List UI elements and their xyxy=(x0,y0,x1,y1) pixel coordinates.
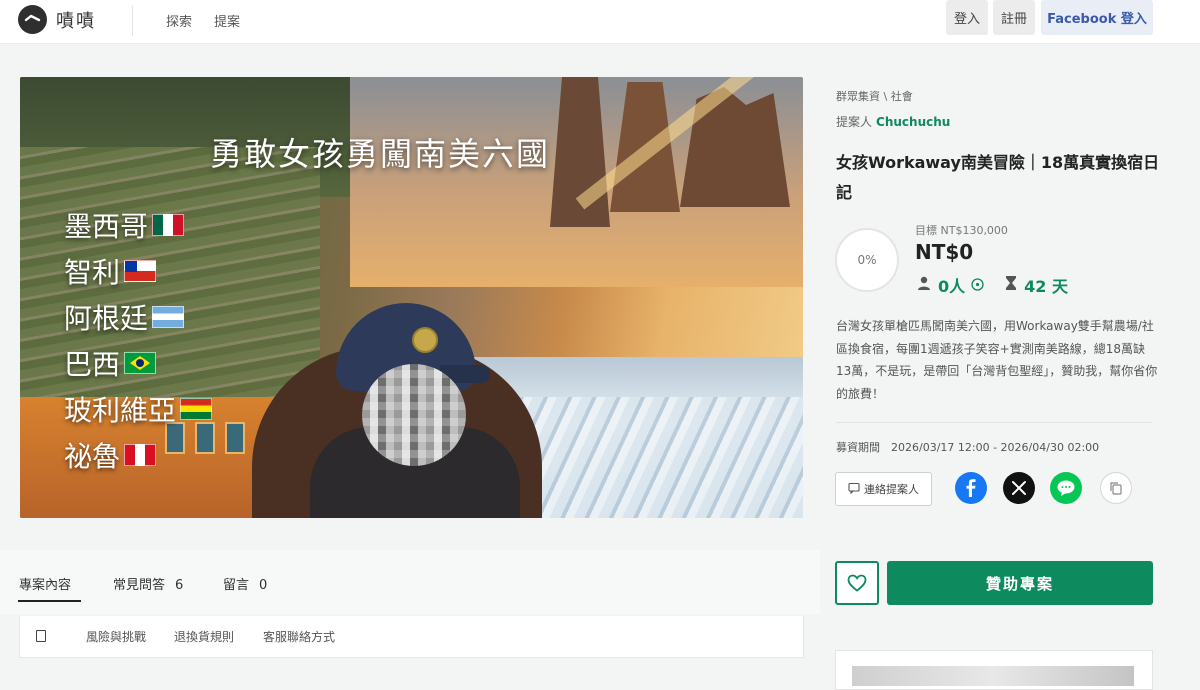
nav-divider xyxy=(132,6,133,36)
brazil-flag-icon xyxy=(124,352,157,374)
subnav-risks[interactable]: 風險與挑戰 xyxy=(86,628,146,645)
project-description: 台灣女孩單槍匹馬闖南美六國，用Workaway雙手幫農場/社區換食宿，每團1週遞… xyxy=(836,319,1158,401)
comments-count: 0 xyxy=(259,578,268,593)
country-label: 智利 xyxy=(64,251,157,291)
cover-title: 勇敢女孩勇闖南美六國 xyxy=(210,135,551,173)
subnav-customer-service[interactable]: 客服聯絡方式 xyxy=(263,628,335,645)
nav-propose-link[interactable]: 提案 xyxy=(214,11,240,30)
active-tab-underline xyxy=(18,600,81,602)
faq-count: 6 xyxy=(175,578,184,593)
peru-flag-icon xyxy=(124,444,157,466)
cap-logo-icon xyxy=(412,327,438,353)
register-button[interactable]: 註冊 xyxy=(993,0,1035,35)
progress-percent: 0% xyxy=(857,253,877,267)
favorite-button[interactable] xyxy=(835,561,879,605)
country-label: 祕魯 xyxy=(64,435,157,475)
facebook-share-icon[interactable] xyxy=(955,472,987,504)
message-icon xyxy=(848,482,860,497)
support-project-button[interactable]: 贊助專案 xyxy=(887,561,1153,605)
x-share-icon[interactable] xyxy=(1003,472,1035,504)
document-icon[interactable] xyxy=(36,630,46,642)
chile-flag-icon xyxy=(124,260,157,282)
project-stats: 0人 42 天 xyxy=(916,273,1068,297)
bolivia-flag-icon xyxy=(180,398,213,420)
brand-name[interactable]: 嘖嘖 xyxy=(56,7,96,33)
country-label: 巴西 xyxy=(64,343,157,383)
top-navigation-bar: 嘖嘖 探索 提案 登入 註冊 Facebook 登入 xyxy=(0,0,1200,44)
country-label: 玻利維亞 xyxy=(64,389,213,429)
country-label: 阿根廷 xyxy=(64,297,185,337)
login-button[interactable]: 登入 xyxy=(946,0,988,35)
copy-link-icon[interactable] xyxy=(1100,472,1132,504)
heart-icon xyxy=(847,574,867,592)
subnav-return-policy[interactable]: 退換貨規則 xyxy=(174,628,234,645)
person-icon xyxy=(916,275,932,295)
reward-card-image xyxy=(852,666,1134,686)
tab-project-content[interactable]: 專案內容 xyxy=(19,574,71,593)
contact-proposer-button[interactable]: 連絡提案人 xyxy=(835,472,932,506)
hourglass-icon xyxy=(1004,275,1018,295)
project-cover-image: 勇敢女孩勇闖南美六國 墨西哥 智利 阿根廷 巴西 玻利維亞 祕魯 xyxy=(20,77,803,518)
mexico-flag-icon xyxy=(152,214,185,236)
country-label: 墨西哥 xyxy=(64,205,185,245)
proposer-label: 提案人 xyxy=(836,115,873,129)
tab-faq[interactable]: 常見問答 6 xyxy=(113,574,183,593)
funding-period: 募資期間 2026/03/17 12:00 - 2026/04/30 02:00 xyxy=(836,441,1100,454)
proposer-line: 提案人 Chuchuchu xyxy=(836,113,950,130)
funding-progress-circle: 0% xyxy=(835,228,899,292)
divider xyxy=(836,422,1152,423)
proposer-name-link[interactable]: Chuchuchu xyxy=(876,115,950,129)
days-left: 42 天 xyxy=(1024,277,1068,296)
project-title: 女孩Workaway南美冒險｜18萬真實換宿日記 xyxy=(836,153,1160,202)
pixelated-face xyxy=(362,364,466,466)
backers-count: 0人 xyxy=(938,277,966,296)
line-share-icon[interactable] xyxy=(1050,472,1082,504)
nav-explore-link[interactable]: 探索 xyxy=(166,11,192,30)
info-icon[interactable] xyxy=(971,276,984,295)
tab-comments[interactable]: 留言 0 xyxy=(223,574,267,593)
category-breadcrumb[interactable]: 群眾集資 \ 社會 xyxy=(836,88,913,104)
zeczec-logo-icon[interactable] xyxy=(18,5,47,34)
argentina-flag-icon xyxy=(152,306,185,328)
goal-amount: 目標 NT$130,000 xyxy=(915,224,1008,237)
facebook-login-button[interactable]: Facebook 登入 xyxy=(1041,0,1153,35)
raised-amount: NT$0 xyxy=(915,240,974,264)
